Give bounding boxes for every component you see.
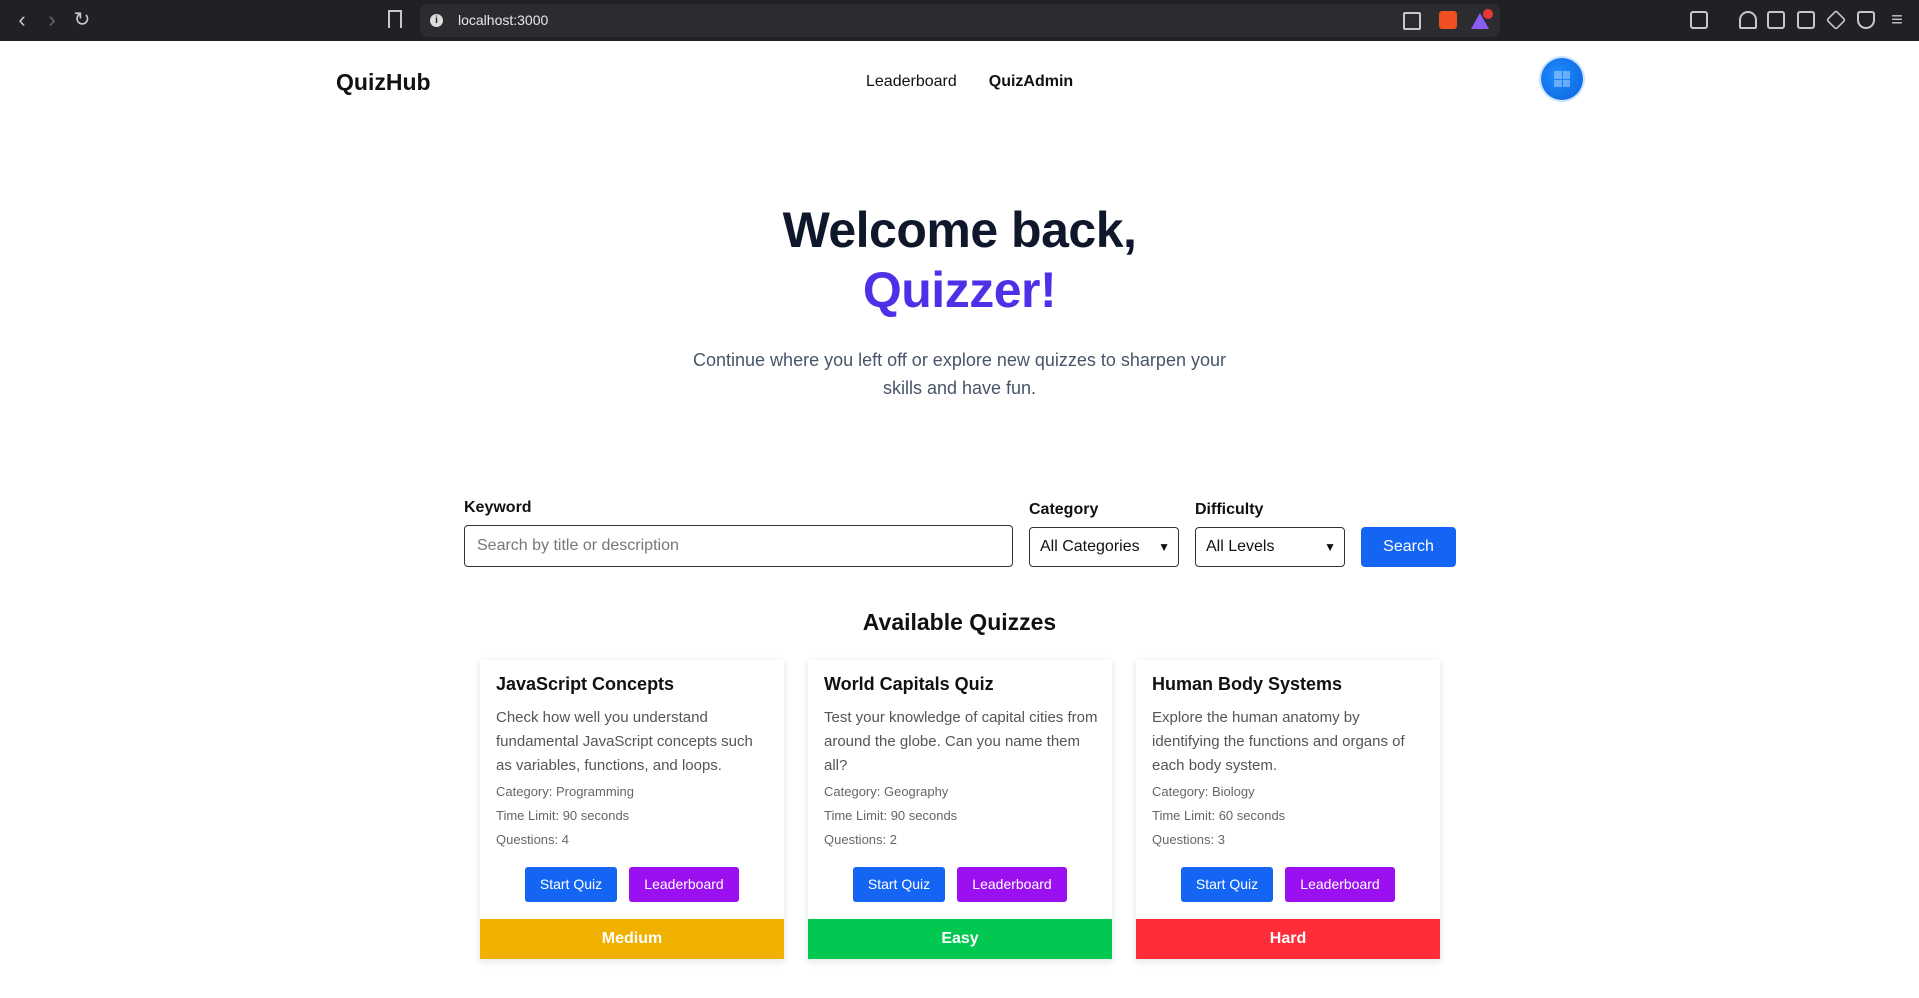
start-quiz-button[interactable]: Start Quiz bbox=[853, 867, 945, 902]
section-title: Available Quizzes bbox=[862, 609, 1057, 635]
browser-toolbar: ‹ › ↻ localhost:3000 ≡ bbox=[0, 0, 1919, 41]
start-quiz-button[interactable]: Start Quiz bbox=[525, 867, 617, 902]
quiz-description: Check how well you understand fundamenta… bbox=[496, 709, 753, 774]
leaderboard-button[interactable]: Leaderboard bbox=[957, 867, 1067, 902]
windows-logo-icon bbox=[1554, 71, 1570, 87]
quiz-time-limit: Time Limit: 90 seconds bbox=[824, 808, 958, 823]
keyword-label: Keyword bbox=[464, 499, 532, 516]
leaderboard-button[interactable]: Leaderboard bbox=[629, 867, 739, 902]
top-nav: Leaderboard QuizAdmin bbox=[866, 73, 1073, 91]
avatar[interactable] bbox=[1541, 58, 1583, 100]
welcome-heading: Welcome back, Quizzer! bbox=[0, 200, 1919, 320]
quiz-questions: Questions: 3 bbox=[1152, 832, 1225, 847]
tab-search-icon[interactable] bbox=[1690, 11, 1708, 29]
brand-logo[interactable]: QuizHub bbox=[336, 69, 431, 96]
bookmark-icon[interactable] bbox=[388, 10, 402, 28]
rewards-badge bbox=[1483, 9, 1493, 19]
quiz-time-limit: Time Limit: 60 seconds bbox=[1152, 808, 1286, 823]
quiz-description: Explore the human anatomy by identifying… bbox=[1152, 709, 1405, 774]
site-info-icon[interactable] bbox=[430, 14, 443, 27]
reload-icon[interactable]: ↻ bbox=[70, 8, 94, 32]
forward-icon[interactable]: › bbox=[40, 8, 64, 32]
back-icon[interactable]: ‹ bbox=[10, 8, 34, 32]
quiz-title: Human Body Systems bbox=[1152, 674, 1343, 694]
search-button[interactable]: Search bbox=[1361, 527, 1456, 567]
url-text[interactable]: localhost:3000 bbox=[458, 12, 548, 28]
vpn-shield-icon[interactable] bbox=[1857, 11, 1875, 29]
quiz-time-limit: Time Limit: 90 seconds bbox=[496, 808, 630, 823]
quiz-questions: Questions: 2 bbox=[824, 832, 897, 847]
quiz-category: Category: Geography bbox=[824, 784, 949, 799]
search-form: Keyword Category All Categories ▼ Diffic… bbox=[464, 497, 1456, 567]
address-bar[interactable]: localhost:3000 bbox=[420, 4, 1500, 37]
quiz-questions: Questions: 4 bbox=[496, 832, 569, 847]
category-label: Category bbox=[1029, 501, 1099, 518]
quiz-card: World Capitals Quiz Test your knowledge … bbox=[808, 660, 1112, 959]
quiz-title: World Capitals Quiz bbox=[824, 674, 994, 694]
quiz-title: JavaScript Concepts bbox=[496, 674, 675, 694]
sidebar-icon[interactable] bbox=[1767, 11, 1785, 29]
welcome-line: Welcome back, bbox=[782, 202, 1137, 258]
chevron-down-icon: ▼ bbox=[1324, 540, 1336, 554]
chevron-down-icon: ▼ bbox=[1158, 540, 1170, 554]
hero-subtitle: Continue where you left off or explore n… bbox=[693, 350, 1226, 398]
nav-leaderboard[interactable]: Leaderboard bbox=[866, 73, 957, 91]
share-icon[interactable] bbox=[1403, 12, 1421, 30]
difficulty-badge: Hard bbox=[1136, 919, 1440, 959]
category-select[interactable]: All Categories ▼ bbox=[1029, 527, 1179, 567]
nav-quiz-admin[interactable]: QuizAdmin bbox=[989, 73, 1073, 91]
difficulty-selected: All Levels bbox=[1206, 538, 1275, 555]
category-selected: All Categories bbox=[1040, 538, 1140, 555]
welcome-name: Quizzer! bbox=[862, 262, 1057, 318]
start-quiz-button[interactable]: Start Quiz bbox=[1181, 867, 1273, 902]
brave-shields-icon[interactable] bbox=[1439, 11, 1457, 29]
wallet-icon[interactable] bbox=[1797, 11, 1815, 29]
quiz-category: Category: Programming bbox=[496, 784, 634, 799]
difficulty-label: Difficulty bbox=[1195, 501, 1264, 518]
site-header: QuizHub Leaderboard QuizAdmin bbox=[0, 41, 1919, 125]
menu-icon[interactable]: ≡ bbox=[1885, 8, 1909, 32]
media-icon[interactable] bbox=[1739, 11, 1757, 29]
quiz-category: Category: Biology bbox=[1152, 784, 1255, 799]
leaderboard-button[interactable]: Leaderboard bbox=[1285, 867, 1395, 902]
quiz-card: JavaScript Concepts Check how well you u… bbox=[480, 660, 784, 959]
difficulty-badge: Medium bbox=[480, 919, 784, 959]
leo-ai-icon[interactable] bbox=[1825, 9, 1847, 31]
difficulty-select[interactable]: All Levels ▼ bbox=[1195, 527, 1345, 567]
difficulty-badge: Easy bbox=[808, 919, 1112, 959]
quiz-description: Test your knowledge of capital cities fr… bbox=[824, 709, 1098, 774]
quiz-card: Human Body Systems Explore the human ana… bbox=[1136, 660, 1440, 959]
keyword-input[interactable] bbox=[464, 525, 1013, 567]
hero: Welcome back, Quizzer! Continue where yo… bbox=[0, 200, 1919, 402]
